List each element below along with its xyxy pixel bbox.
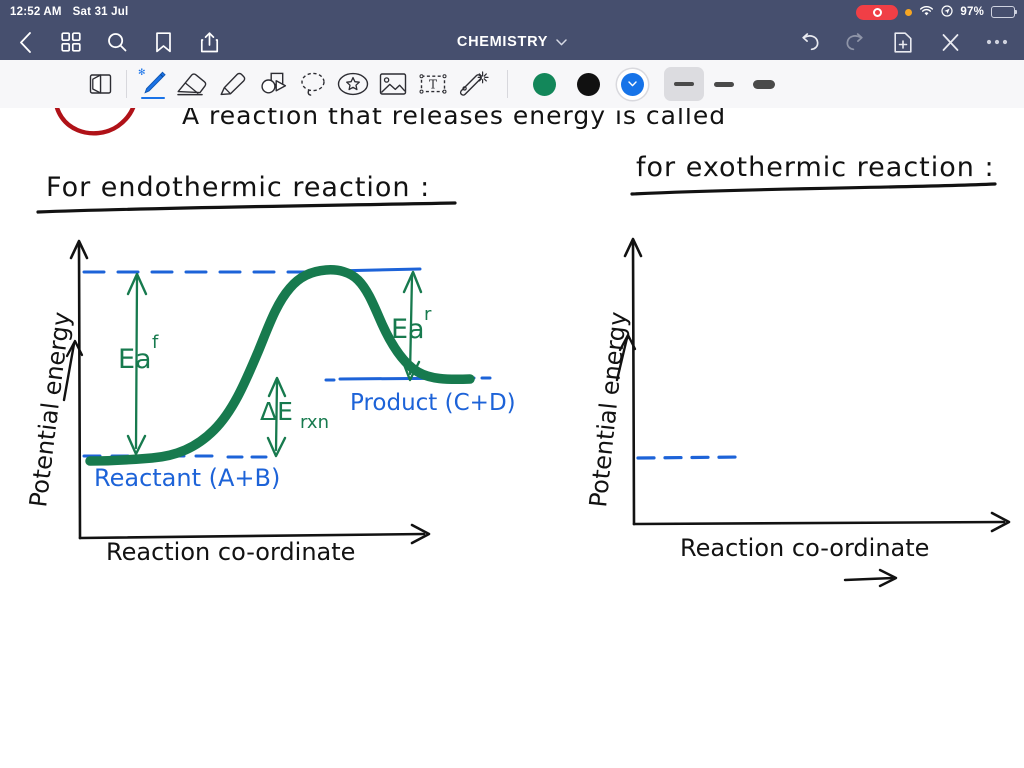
left-y-axis-label: Potential energy: [24, 310, 76, 508]
image-tool-icon[interactable]: [373, 64, 413, 104]
orange-privacy-dot-icon: [905, 8, 913, 16]
toolbar-divider-2: [507, 70, 508, 98]
wifi-icon: [919, 5, 934, 20]
status-bar-right: 97%: [856, 4, 1024, 20]
endothermic-heading-ink: For endothermic reaction :: [46, 172, 430, 203]
exothermic-chart: Potential energy Reaction co-ordinate: [584, 237, 1011, 588]
chevron-down-icon[interactable]: [556, 34, 567, 50]
right-y-axis: [631, 240, 636, 526]
delta-e-label: ΔE: [260, 397, 293, 426]
battery-icon: [991, 6, 1018, 18]
document-title-group: CHEMISTRY: [402, 34, 622, 50]
medium-stroke-bar: [714, 81, 734, 87]
right-x-axis-label: Reaction co-ordinate: [680, 534, 929, 562]
bookmark-icon[interactable]: [152, 31, 174, 53]
back-chevron-icon[interactable]: [14, 31, 36, 53]
right-x-axis: [632, 520, 1006, 526]
page-title[interactable]: CHEMISTRY: [457, 34, 548, 50]
sticker-tool-icon[interactable]: [333, 64, 373, 104]
left-x-axis-label: Reaction co-ordinate: [106, 538, 355, 566]
battery-percent-label: 97%: [960, 6, 984, 18]
bluetooth-icon: ✻: [138, 67, 146, 77]
thick-stroke-button[interactable]: [744, 67, 784, 101]
cut-off-sentence-ink: A reaction that releases energy is calle…: [182, 108, 726, 130]
pen-tool-icon[interactable]: ✻: [133, 64, 173, 104]
search-icon[interactable]: [106, 31, 128, 53]
note-canvas[interactable]: A reaction that releases energy is calle…: [0, 108, 1024, 768]
eraser-tool-icon[interactable]: [173, 64, 213, 104]
ink-layer: A reaction that releases energy is calle…: [24, 108, 1011, 588]
color-swatch-green-wrap: [522, 64, 566, 104]
svg-text:T: T: [429, 78, 437, 92]
red-circle-ink: [55, 108, 136, 136]
endothermic-heading-underline: [36, 201, 457, 214]
reactant-label-ink: Reactant (A+B): [94, 464, 280, 492]
pen-tool-selected-indicator: [141, 96, 165, 99]
thin-stroke-button[interactable]: [664, 67, 704, 101]
nav-left-group: [0, 31, 220, 53]
add-page-icon[interactable]: [892, 31, 914, 53]
left-y-axis: [77, 242, 82, 540]
ea-forward-label: Ea: [118, 344, 152, 375]
right-reactant-level-line: [636, 455, 744, 460]
status-bar-date: Sat 31 Jul: [72, 6, 129, 18]
screen-recording-indicator[interactable]: [856, 4, 899, 20]
redo-icon[interactable]: [845, 31, 867, 53]
swatch-chevron-down-icon: [627, 81, 637, 87]
ea-reverse-label: Ea: [391, 314, 425, 345]
text-box-tool-icon[interactable]: T: [413, 64, 453, 104]
undo-icon[interactable]: [798, 31, 820, 53]
ea-forward-superscript: f: [152, 332, 159, 353]
shapes-tool-icon[interactable]: [253, 64, 293, 104]
exothermic-heading-ink: for exothermic reaction :: [636, 152, 995, 183]
notes-app-window: 12:52 AM Sat 31 Jul 97% CHEMISTRY ✻ T A …: [0, 0, 1024, 768]
thick-stroke-bar: [753, 79, 775, 89]
green-swatch[interactable]: [532, 72, 556, 96]
nav-right-group: [798, 31, 1024, 53]
black-swatch[interactable]: [576, 72, 600, 96]
ea-reverse-superscript: r: [424, 304, 432, 325]
location-icon: [941, 4, 953, 20]
color-swatch-black-wrap: [566, 64, 610, 104]
exothermic-heading-underline: [630, 182, 997, 196]
status-bar-left: 12:52 AM Sat 31 Jul: [0, 6, 128, 18]
magic-wand-tool-icon[interactable]: [453, 64, 493, 104]
lasso-select-tool-icon[interactable]: [293, 64, 333, 104]
medium-stroke-button[interactable]: [704, 67, 744, 101]
color-swatch-blue-wrap: [610, 64, 654, 104]
record-dot-icon: [872, 7, 882, 17]
status-bar-time: 12:52 AM: [10, 6, 62, 18]
thin-stroke-bar: [674, 82, 694, 86]
right-x-axis-label-arrow: [843, 576, 894, 582]
navigation-bar: CHEMISTRY: [0, 24, 1024, 60]
endothermic-chart: Potential energy Reaction co-ordinate Ea…: [24, 239, 516, 566]
ios-status-bar: 12:52 AM Sat 31 Jul 97%: [0, 0, 1024, 24]
highlighter-tool-icon[interactable]: [213, 64, 253, 104]
product-label-ink: Product (C+D): [350, 390, 516, 416]
drawing-toolbar: ✻ T: [0, 60, 1024, 109]
share-icon[interactable]: [198, 31, 220, 53]
close-icon[interactable]: [939, 31, 961, 53]
page-flip-tool-icon[interactable]: [80, 64, 120, 104]
grid-icon[interactable]: [60, 31, 82, 53]
blue-swatch-selected[interactable]: [616, 68, 648, 100]
delta-e-subscript: rxn: [300, 412, 329, 433]
toolbar-divider-1: [126, 70, 127, 98]
more-options-icon[interactable]: [986, 31, 1008, 53]
